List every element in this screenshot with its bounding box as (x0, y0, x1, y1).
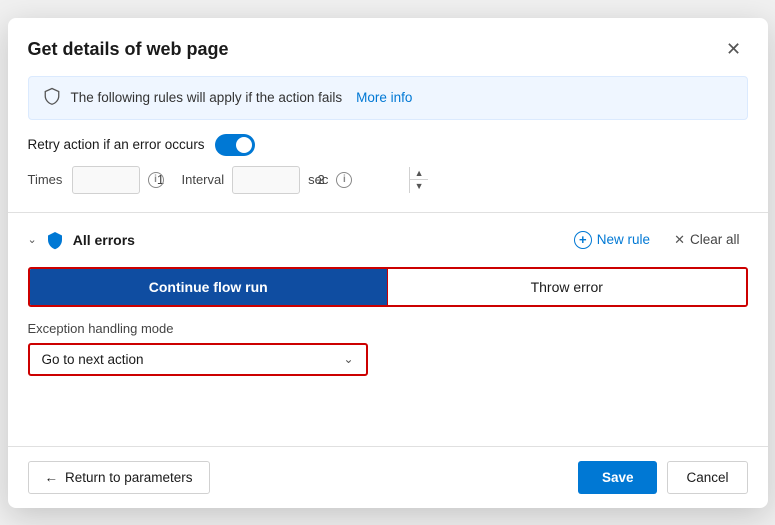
all-errors-header: ⌄ All errors + New rule ✕ Clear all (28, 227, 748, 253)
sec-label: sec (308, 172, 328, 187)
retry-toggle[interactable] (215, 134, 255, 156)
mode-buttons: Continue flow run Throw error (28, 267, 748, 307)
info-banner-text: The following rules will apply if the ac… (71, 90, 343, 105)
times-input-box: ▲ ▼ (72, 166, 140, 194)
new-rule-button[interactable]: + New rule (566, 227, 658, 253)
cancel-button[interactable]: Cancel (667, 461, 747, 494)
clear-all-button[interactable]: ✕ Clear all (666, 228, 747, 252)
chevron-down-icon[interactable]: ⌄ (28, 233, 37, 246)
new-rule-label: New rule (597, 232, 650, 247)
info-banner: The following rules will apply if the ac… (28, 76, 748, 120)
interval-down-button[interactable]: ▼ (410, 180, 428, 193)
all-errors-section: ⌄ All errors + New rule ✕ Clear all Cont… (8, 213, 768, 386)
close-button[interactable]: ✕ (720, 36, 748, 64)
interval-arrows: ▲ ▼ (409, 167, 428, 193)
dialog-footer: ← Return to parameters Save Cancel (8, 446, 768, 508)
dialog-title: Get details of web page (28, 39, 229, 60)
exception-dropdown[interactable]: Go to next action ⌄ (28, 343, 368, 376)
dialog: Get details of web page ✕ The following … (8, 18, 768, 508)
interval-info-icon: i (336, 172, 352, 188)
save-button[interactable]: Save (578, 461, 658, 494)
plus-circle-icon: + (574, 231, 592, 249)
times-row: Times ▲ ▼ i Interval ▲ ▼ sec i (28, 166, 748, 194)
retry-label: Retry action if an error occurs (28, 137, 205, 152)
return-label: Return to parameters (65, 470, 193, 485)
throw-error-button[interactable]: Throw error (388, 269, 746, 305)
times-label: Times (28, 172, 64, 187)
retry-section: Retry action if an error occurs Times ▲ … (8, 134, 768, 204)
left-arrow-icon: ← (45, 470, 59, 485)
interval-label: Interval (182, 172, 225, 187)
interval-input-box: ▲ ▼ (232, 166, 300, 194)
shield-icon (43, 87, 61, 109)
return-to-parameters-button[interactable]: ← Return to parameters (28, 461, 210, 494)
retry-row: Retry action if an error occurs (28, 134, 748, 156)
shield-badge-icon (45, 230, 65, 250)
more-info-link[interactable]: More info (356, 90, 412, 105)
footer-right: Save Cancel (578, 461, 748, 494)
exception-label: Exception handling mode (28, 321, 748, 336)
continue-flow-run-button[interactable]: Continue flow run (30, 269, 389, 305)
chevron-down-icon: ⌄ (343, 352, 353, 366)
x-icon: ✕ (674, 232, 685, 248)
dialog-header: Get details of web page ✕ (8, 18, 768, 76)
interval-up-button[interactable]: ▲ (410, 167, 428, 180)
all-errors-title: All errors (73, 232, 558, 248)
clear-all-label: Clear all (690, 232, 740, 247)
times-info-icon: i (148, 172, 164, 188)
exception-dropdown-value: Go to next action (42, 352, 144, 367)
